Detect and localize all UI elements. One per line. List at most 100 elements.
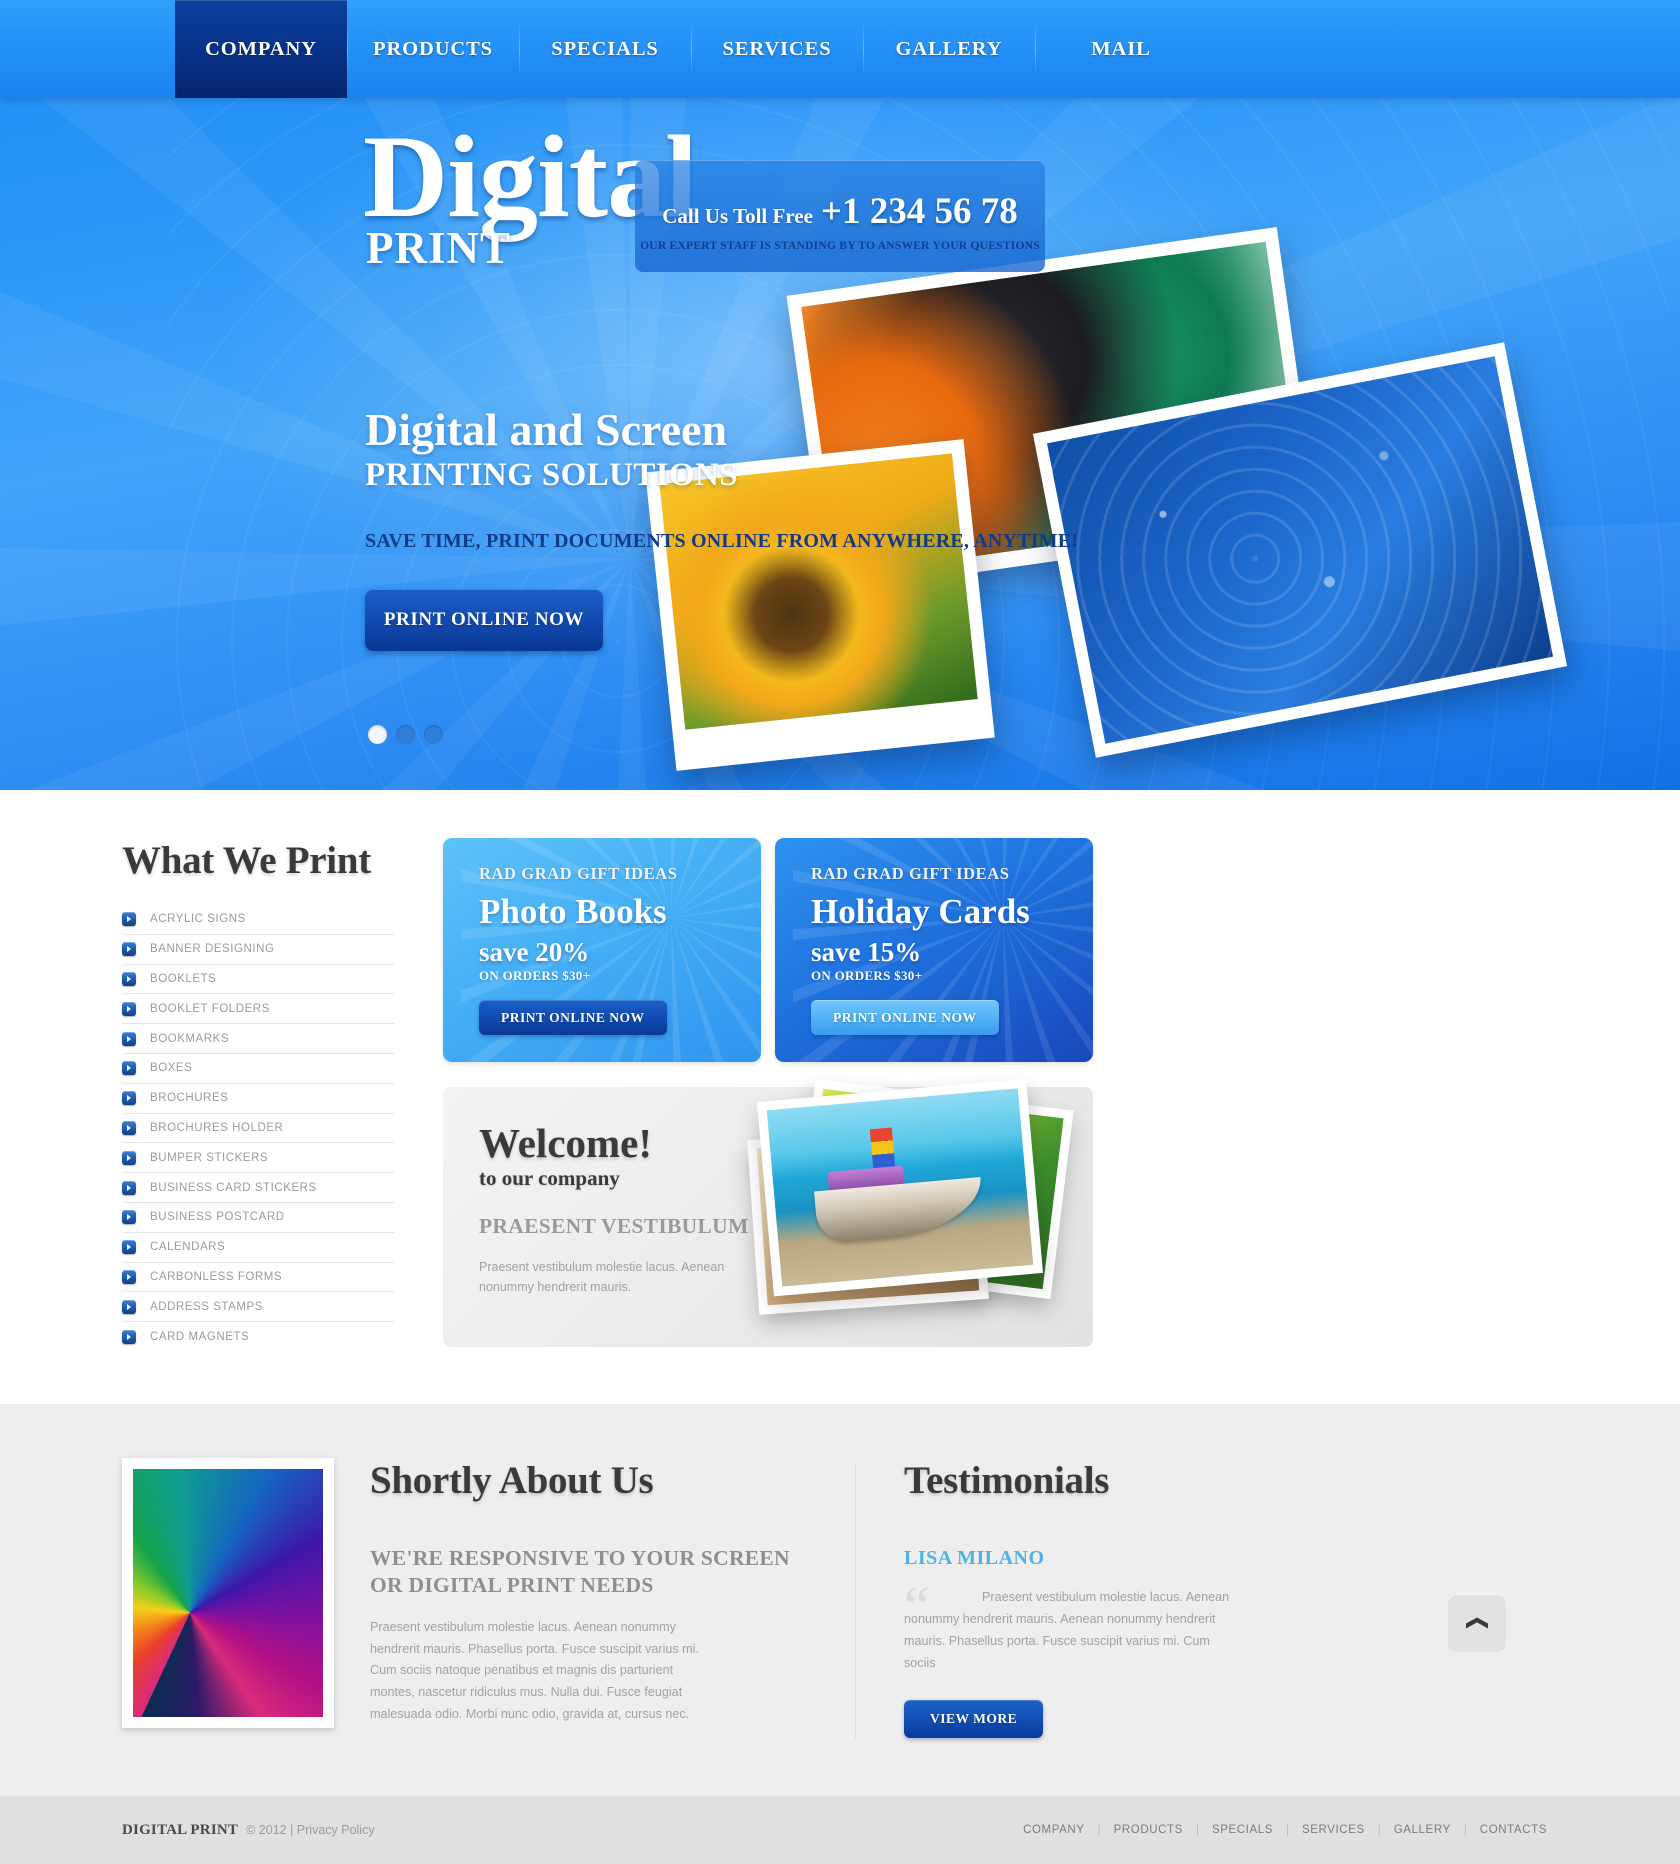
content-columns: What We Print ACRYLIC SIGNS BANNER DESIG… [120,838,1560,1352]
about-image-frame [122,1457,334,1728]
call-us-banner: Call Us Toll Free +1 234 56 78 OUR EXPERT… [635,160,1045,272]
welcome-text: Praesent vestibulum molestie lacus. Aene… [479,1259,725,1294]
list-item[interactable]: BOOKMARKS [122,1024,394,1054]
slider-dots [368,725,443,744]
list-item-label: BROCHURES [150,1092,229,1105]
list-item[interactable]: BUSINESS POSTCARD [122,1203,394,1233]
list-item-label: BUSINESS POSTCARD [150,1211,285,1224]
list-item-label: BUSINESS CARD STICKERS [150,1181,317,1194]
list-item[interactable]: ACRYLIC SIGNS [122,905,394,935]
list-item-label: CARBONLESS FORMS [150,1270,283,1283]
footer-navigation: COMPANY | PRODUCTS | SPECIALS | SERVICES | G… [1010,1824,1560,1836]
promo-title: Photo Books [479,892,667,931]
arrow-bullet-icon [122,1150,136,1165]
footer-link-services[interactable]: SERVICES [1289,1824,1378,1836]
list-item-label: BANNER DESIGNING [150,943,275,956]
promo-print-online-button[interactable]: PRINT ONLINE NOW [479,999,667,1035]
nav-item-company[interactable]: COMPANY [175,0,347,98]
hero-tagline: SAVE TIME, PRINT DOCUMENTS ONLINE FROM A… [365,529,1079,552]
welcome-photo-boat [757,1078,1043,1297]
list-item[interactable]: CARD MAGNETS [122,1322,394,1352]
welcome-photo-collage [743,1072,1074,1322]
hero-headline: Digital and Screen [365,404,728,455]
slider-dot-2[interactable] [396,725,415,744]
what-we-print-title: What We Print [122,839,371,882]
nav-item-products[interactable]: PRODUCTS [347,0,519,98]
footer-brand: DIGITAL PRINT [122,1821,239,1838]
list-item-label: BOOKMARKS [150,1032,230,1045]
promo-orders: ON ORDERS $30+ [479,967,591,983]
testimonial-author[interactable]: LISA MILANO [904,1547,1234,1570]
view-more-button[interactable]: VIEW MORE [904,1700,1044,1739]
what-we-print-list: ACRYLIC SIGNS BANNER DESIGNING BOOKLETS … [122,905,394,1352]
list-item[interactable]: CALENDARS [122,1233,394,1263]
hero-subheadline: PRINTING SOLUTIONS [365,456,739,493]
list-item-label: CALENDARS [150,1241,226,1254]
arrow-bullet-icon [122,912,136,927]
list-item[interactable]: CARBONLESS FORMS [122,1263,394,1293]
what-we-print-column: What We Print ACRYLIC SIGNS BANNER DESIG… [122,838,394,1352]
footer-brand-block: DIGITAL PRINT © 2012 | Privacy Policy [122,1822,375,1839]
list-item[interactable]: ADDRESS STAMPS [122,1292,394,1323]
hero-section: COMPANY PRODUCTS SPECIALS SERVICES GALLE… [0,0,1680,790]
list-item[interactable]: BOXES [122,1054,394,1084]
nav-label: SERVICES [722,37,832,60]
list-item[interactable]: BANNER DESIGNING [122,935,394,965]
footer-link-gallery[interactable]: GALLERY [1381,1824,1464,1836]
about-text: Praesent vestibulum molestie lacus. Aene… [370,1619,699,1721]
promo-card-photo-books[interactable]: RAD GRAD GIFT IDEAS Photo Books save 20%… [443,838,761,1062]
nav-item-services[interactable]: SERVICES [691,0,863,98]
arrow-bullet-icon [122,1061,136,1076]
promo-print-online-button[interactable]: PRINT ONLINE NOW [811,999,999,1035]
grey-inner: Shortly About Us WE'RE RESPONSIVE TO YOU… [120,1457,1560,1739]
promo-save: save 20% [479,936,590,967]
footer-link-company[interactable]: COMPANY [1010,1824,1098,1836]
phone-number: +1 234 56 78 [820,191,1018,232]
about-title: Shortly About Us [370,1458,654,1502]
main-navigation: COMPANY PRODUCTS SPECIALS SERVICES GALLE… [0,0,1680,98]
footer-link-specials[interactable]: SPECIALS [1199,1824,1286,1836]
arrow-bullet-icon [122,1031,136,1046]
right-column: RAD GRAD GIFT IDEAS Photo Books save 20%… [443,838,1560,1352]
nav-item-mail[interactable]: MAIL [1035,0,1207,98]
list-item[interactable]: BUSINESS CARD STICKERS [122,1173,394,1203]
testimonials-title: Testimonials [904,1458,1110,1502]
list-item[interactable]: BUMPER STICKERS [122,1143,394,1174]
slider-dot-3[interactable] [424,725,443,744]
footer-link-contacts[interactable]: CONTACTS [1467,1824,1560,1836]
slider-dot-1[interactable] [368,725,387,744]
nav-items-container: COMPANY PRODUCTS SPECIALS SERVICES GALLE… [120,0,1560,98]
arrow-bullet-icon [122,1210,136,1225]
about-testimonials-section: Shortly About Us WE'RE RESPONSIVE TO YOU… [0,1403,1680,1797]
about-column: Shortly About Us WE'RE RESPONSIVE TO YOU… [370,1458,800,1738]
list-item[interactable]: BROCHURES HOLDER [122,1114,394,1144]
nav-label: SPECIALS [551,37,659,60]
list-item-label: BOXES [150,1062,193,1075]
nav-item-gallery[interactable]: GALLERY [863,0,1035,98]
quote-icon: “ [904,1573,930,1639]
list-item-label: BOOKLET FOLDERS [150,1002,270,1015]
promo-card-holiday-cards[interactable]: RAD GRAD GIFT IDEAS Holiday Cards save 1… [775,838,1093,1062]
list-item[interactable]: BOOKLET FOLDERS [122,994,394,1025]
arrow-bullet-icon [122,1091,136,1106]
nav-item-specials[interactable]: SPECIALS [519,0,691,98]
chevron-up-icon [1466,1617,1488,1629]
call-us-note: OUR EXPERT STAFF IS STANDING BY TO ANSWE… [640,239,1040,252]
rainbow-spiral-image [133,1468,323,1717]
nav-label: PRODUCTS [373,37,493,60]
list-item-label: BUMPER STICKERS [150,1151,269,1164]
arrow-bullet-icon [122,1240,136,1255]
welcome-panel: Welcome! to our company PRAESENT VESTIBU… [443,1078,1093,1347]
testimonial-body: “ Praesent vestibulum molestie lacus. Ae… [904,1573,1234,1674]
promo-title: Holiday Cards [811,892,1030,931]
footer-link-products[interactable]: PRODUCTS [1101,1824,1196,1836]
list-item[interactable]: BOOKLETS [122,965,394,995]
list-item-label: ACRYLIC SIGNS [150,913,246,926]
page-root: COMPANY PRODUCTS SPECIALS SERVICES GALLE… [0,0,1680,1864]
arrow-bullet-icon [122,1299,136,1314]
call-us-line: Call Us Toll Free +1 234 56 78 [635,190,1045,233]
print-online-now-button[interactable]: PRINT ONLINE NOW [365,589,603,652]
list-item[interactable]: BROCHURES [122,1084,394,1114]
column-divider [855,1463,856,1739]
scroll-to-top-button[interactable] [1448,1593,1506,1652]
